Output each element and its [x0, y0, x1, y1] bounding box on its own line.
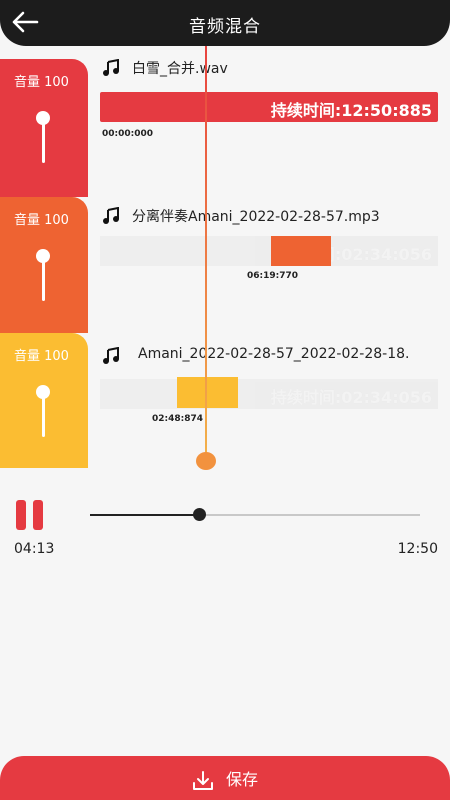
track-row-3: Amani_2022-02-28-57_2022-02-28-18. 持续时间:… — [100, 346, 450, 426]
volume-slider-track[interactable] — [42, 259, 45, 301]
track-clip[interactable] — [271, 236, 331, 266]
volume-label: 音量 100 — [14, 349, 69, 364]
pause-icon-bar — [33, 500, 43, 530]
total-time: 12:50 — [397, 541, 438, 557]
volume-slider-track[interactable] — [42, 395, 45, 437]
music-note-icon — [103, 207, 119, 224]
seek-bar[interactable] — [90, 508, 420, 521]
duration-label: 持续时间:12:50:885 — [270, 101, 432, 120]
track-name: 白雪_合并.wav — [132, 61, 228, 77]
volume-slider-knob[interactable] — [36, 111, 50, 125]
current-time: 04:13 — [14, 541, 55, 557]
save-button[interactable]: 保存 — [0, 756, 450, 800]
track-row-2: 分离伴奏Amani_2022-02-28-57.mp3 持续时间:02:34:0… — [100, 206, 450, 286]
track-bar-background: 持续时间:02:34:056 — [100, 236, 438, 266]
track-row-1: 白雪_合并.wav 持续时间:12:50:885 00:00:000 — [100, 58, 450, 142]
save-label: 保存 — [225, 770, 258, 789]
pause-icon — [16, 500, 26, 530]
seek-handle[interactable] — [192, 508, 206, 521]
volume-panel-1: 音量 100 — [0, 59, 88, 197]
page-title: 音频混合 — [189, 17, 261, 37]
music-note-icon — [103, 59, 119, 76]
volume-slider-knob[interactable] — [36, 385, 50, 399]
seek-progress — [90, 514, 199, 516]
volume-slider-knob[interactable] — [36, 249, 50, 263]
music-note-icon — [103, 347, 119, 364]
start-time-label: 02:48:874 — [152, 414, 204, 424]
track-name: 分离伴奏Amani_2022-02-28-57.mp3 — [132, 209, 380, 225]
header-bar: 音频混合 — [0, 0, 450, 46]
start-time-label: 00:00:000 — [102, 129, 154, 139]
volume-label: 音量 100 — [14, 75, 69, 90]
volume-slider-track[interactable] — [42, 121, 45, 163]
track-clip[interactable] — [177, 377, 238, 408]
volume-panel-3: 音量 100 — [0, 333, 88, 468]
download-icon — [192, 770, 213, 790]
volume-panel-2: 音量 100 — [0, 197, 88, 333]
pause-button[interactable] — [16, 500, 44, 530]
track-bar-background: 持续时间:02:34:056 — [100, 379, 438, 409]
start-time-label: 06:19:770 — [247, 271, 299, 281]
playhead-line — [205, 46, 207, 458]
volume-label: 音量 100 — [14, 213, 69, 228]
playhead-handle[interactable] — [196, 452, 216, 470]
duration-label: 持续时间:02:34:056 — [270, 388, 432, 407]
track-name: Amani_2022-02-28-57_2022-02-28-18. — [138, 346, 410, 362]
track-bar[interactable]: 持续时间:12:50:885 — [100, 92, 438, 122]
